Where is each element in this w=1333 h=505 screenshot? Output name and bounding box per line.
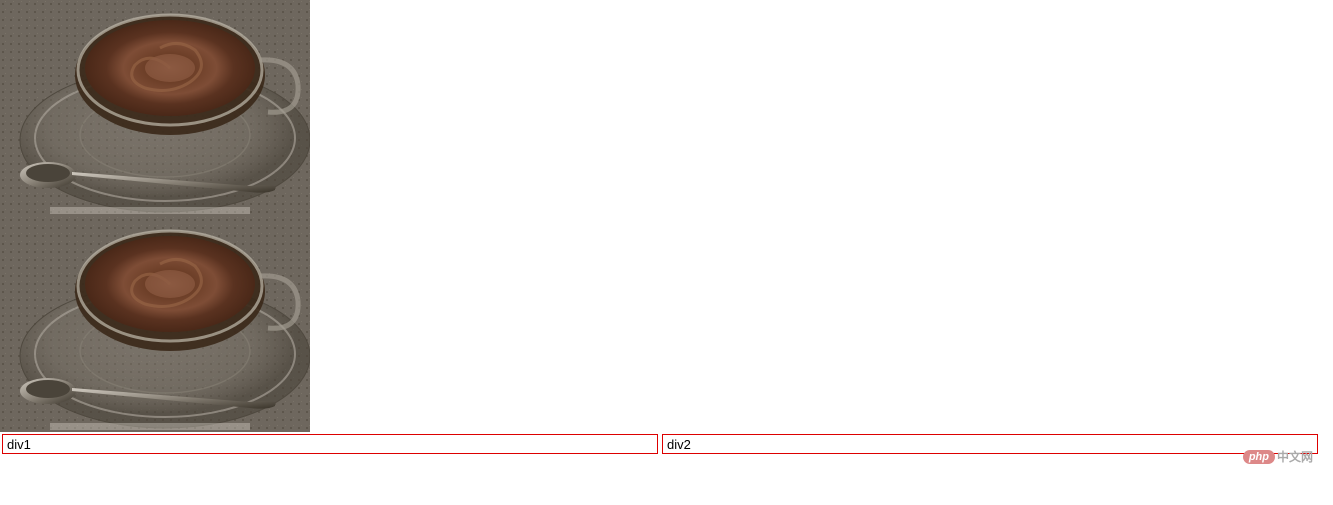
coffee-cup-icon [0,216,310,432]
div2-box: div2 [662,434,1318,454]
coffee-cup-icon [0,0,310,216]
php-badge-icon: php [1243,450,1275,464]
div2-label: div2 [667,437,691,452]
div1-box: div1 [2,434,658,454]
image-2 [0,216,310,432]
divs-row: div1 div2 [2,434,1318,454]
watermark-text: 中文网 [1277,448,1313,465]
watermark: php 中文网 [1243,448,1313,465]
div1-label: div1 [7,437,31,452]
image-1 [0,0,310,216]
